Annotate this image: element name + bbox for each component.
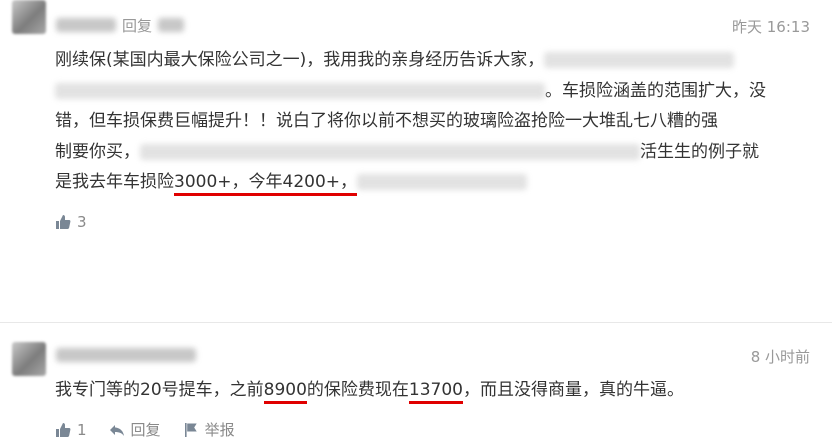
comment-2-header bbox=[56, 344, 196, 366]
username-blurred[interactable] bbox=[56, 348, 196, 362]
blurred-text bbox=[544, 52, 735, 68]
reply-label: 回复 bbox=[130, 421, 161, 439]
thumbs-up-icon bbox=[56, 422, 71, 437]
text-line: 活生生的例子就 bbox=[640, 141, 759, 162]
like-button[interactable]: 3 bbox=[55, 213, 87, 231]
highlighted-amount: 8900 bbox=[263, 380, 307, 404]
blurred-text bbox=[357, 174, 528, 190]
comment-time: 8 小时前 bbox=[750, 348, 810, 366]
blurred-text bbox=[55, 82, 545, 99]
username-blurred[interactable] bbox=[56, 18, 116, 32]
text-line: 制要你买， bbox=[55, 141, 140, 162]
reply-arrow-icon bbox=[109, 424, 124, 436]
avatar[interactable] bbox=[12, 342, 46, 376]
report-button[interactable]: 举报 bbox=[183, 419, 235, 440]
reply-button[interactable]: 回复 bbox=[109, 419, 161, 440]
flag-icon bbox=[184, 422, 197, 437]
comment-1-text: 刚续保(某国内最大保险公司之一)，我用我的亲身经历告诉大家， 。车损险涵盖的范围… bbox=[55, 45, 817, 198]
blurred-text bbox=[140, 143, 640, 160]
text-line: 错，但车损保费巨幅提升！！说白了将你以前不想买的玻璃险盗抢险一大堆乱七八糟的强 bbox=[55, 111, 718, 131]
like-button[interactable]: 1 bbox=[55, 421, 87, 439]
reply-label: 回复 bbox=[122, 16, 153, 35]
like-count: 3 bbox=[77, 213, 87, 231]
comment-1-header: 回复 bbox=[56, 14, 185, 36]
text-segment: 我专门等的20号提车，之前 bbox=[55, 380, 264, 400]
text-line: 刚续保(某国内最大保险公司之一)，我用我的亲身经历告诉大家， bbox=[55, 50, 545, 70]
comment-time: 昨天 16:13 bbox=[732, 18, 810, 36]
reply-target-blurred[interactable] bbox=[158, 18, 185, 32]
text-line: 车损险涵盖的范围扩大，没 bbox=[562, 80, 766, 101]
comment-2-actions: 1 回复 举报 bbox=[55, 419, 235, 440]
text-segment: ，而且没得商量，真的牛逼。 bbox=[463, 380, 684, 400]
like-count: 1 bbox=[77, 420, 87, 439]
comment-1-actions: 3 bbox=[55, 213, 87, 231]
highlighted-amount: 13700 bbox=[408, 380, 463, 404]
thumbs-up-icon bbox=[56, 215, 71, 229]
highlighted-amount: 3000+，今年4200+， bbox=[174, 172, 358, 196]
report-label: 举报 bbox=[204, 421, 235, 439]
text-line: 是我去年车损险 bbox=[55, 172, 174, 192]
avatar[interactable] bbox=[12, 0, 46, 34]
comment-2-text: 我专门等的20号提车，之前8900的保险费现在13700，而且没得商量，真的牛逼… bbox=[55, 376, 817, 404]
text-segment: 的保险费现在 bbox=[306, 380, 409, 400]
